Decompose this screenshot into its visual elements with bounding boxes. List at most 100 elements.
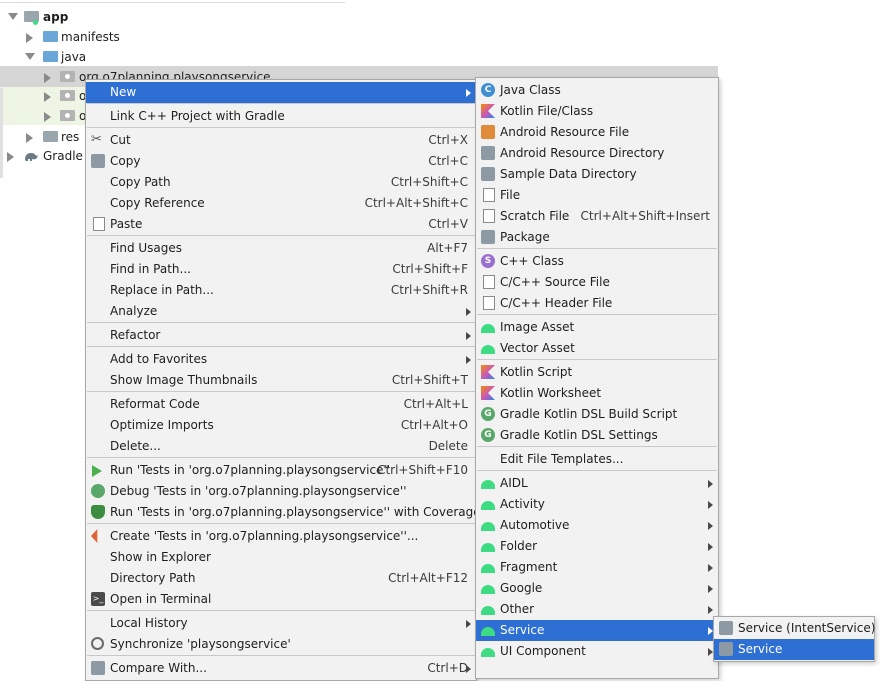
menu-item-run-tests[interactable]: Run 'Tests in 'org.o7planning.playsongse…: [86, 460, 476, 481]
gradle-icon: G: [481, 407, 495, 421]
submenu-item-edit-file-templates[interactable]: Edit File Templates...: [476, 449, 718, 470]
submenu-item-automotive[interactable]: Automotive: [476, 515, 718, 536]
menu-item-compare-with[interactable]: Compare With... Ctrl+D: [86, 658, 476, 679]
menu-item-shortcut: Ctrl+Alt+Shift+Insert: [580, 209, 710, 223]
menu-item-cut[interactable]: ✂ Cut Ctrl+X: [86, 130, 476, 151]
menu-item-label: Image Asset: [500, 320, 575, 334]
submenu-item-package[interactable]: Package: [476, 227, 718, 248]
menu-item-find-usages[interactable]: Find Usages Alt+F7: [86, 238, 476, 259]
menu-item-label: Synchronize 'playsongservice': [110, 637, 291, 651]
menu-item-label: Run 'Tests in 'org.o7planning.playsongse…: [110, 505, 481, 519]
submenu-item-gradle-kotlin-dsl-build-script[interactable]: G Gradle Kotlin DSL Build Script: [476, 404, 718, 425]
submenu-item-sample-data-directory[interactable]: Sample Data Directory: [476, 164, 718, 185]
menu-item-paste[interactable]: Paste Ctrl+V: [86, 214, 476, 235]
android-resource-file-icon: [481, 125, 495, 139]
submenu-item-fragment[interactable]: Fragment: [476, 557, 718, 578]
menu-item-reformat-code[interactable]: Reformat Code Ctrl+Alt+L: [86, 394, 476, 415]
menu-item-add-to-favorites[interactable]: Add to Favorites: [86, 349, 476, 370]
menu-item-label: Gradle Kotlin DSL Build Script: [500, 407, 678, 421]
submenu-item-service-intentservice[interactable]: Service (IntentService): [714, 618, 875, 639]
submenu-arrow-icon: [708, 522, 713, 530]
menu-item-analyze[interactable]: Analyze: [86, 301, 476, 322]
menu-separator: [87, 523, 475, 524]
file-icon: [483, 188, 495, 202]
submenu-item-cpp-class[interactable]: S C++ Class: [476, 251, 718, 272]
menu-item-label: Paste: [110, 217, 143, 231]
chevron-right-icon[interactable]: [44, 92, 51, 102]
menu-item-label: Automotive: [500, 518, 570, 532]
submenu-item-other[interactable]: Other: [476, 599, 718, 620]
menu-item-show-image-thumbnails[interactable]: Show Image Thumbnails Ctrl+Shift+T: [86, 370, 476, 391]
menu-item-label: Refactor: [110, 328, 161, 342]
package-icon: [60, 110, 75, 121]
submenu-item-ui-component[interactable]: UI Component: [476, 641, 718, 662]
menu-item-find-in-path[interactable]: Find in Path... Ctrl+Shift+F: [86, 259, 476, 280]
submenu-item-service[interactable]: Service: [476, 620, 718, 641]
menu-item-create-tests[interactable]: Create 'Tests in 'org.o7planning.playson…: [86, 526, 476, 547]
chevron-right-icon[interactable]: [44, 73, 51, 83]
submenu-item-activity[interactable]: Activity: [476, 494, 718, 515]
submenu-item-service[interactable]: Service: [714, 639, 874, 660]
coverage-icon: [91, 505, 105, 519]
submenu-item-c-cpp-header-file[interactable]: C/C++ Header File: [476, 293, 718, 314]
chevron-down-icon[interactable]: [8, 13, 18, 20]
submenu-arrow-icon: [708, 501, 713, 509]
menu-item-label: Debug 'Tests in 'org.o7planning.playsong…: [110, 484, 407, 498]
menu-item-delete[interactable]: Delete... Delete: [86, 436, 476, 457]
chevron-right-icon[interactable]: [7, 152, 14, 162]
submenu-item-google[interactable]: Google: [476, 578, 718, 599]
menu-item-label: Copy Reference: [110, 196, 205, 210]
submenu-item-c-cpp-source-file[interactable]: C/C++ Source File: [476, 272, 718, 293]
menu-item-open-in-terminal[interactable]: >_ Open in Terminal: [86, 589, 476, 610]
android-icon: [481, 543, 495, 552]
chevron-right-icon[interactable]: [44, 112, 51, 122]
submenu-item-java-class[interactable]: C Java Class: [476, 80, 718, 101]
submenu-item-kotlin-script[interactable]: Kotlin Script: [476, 362, 718, 383]
android-icon: [481, 606, 495, 615]
cpp-class-icon: S: [481, 254, 495, 268]
submenu-item-vector-asset[interactable]: Vector Asset: [476, 338, 718, 359]
menu-item-label: Compare With...: [110, 661, 207, 675]
submenu-item-file[interactable]: File: [476, 185, 718, 206]
menu-item-synchronize[interactable]: Synchronize 'playsongservice': [86, 634, 476, 655]
menu-item-replace-in-path[interactable]: Replace in Path... Ctrl+Shift+R: [86, 280, 476, 301]
menu-item-directory-path[interactable]: Directory Path Ctrl+Alt+F12: [86, 568, 476, 589]
menu-item-new[interactable]: New: [86, 82, 476, 103]
menu-item-copy-reference[interactable]: Copy Reference Ctrl+Alt+Shift+C: [86, 193, 476, 214]
submenu-item-kotlin-file-class[interactable]: Kotlin File/Class: [476, 101, 718, 122]
menu-item-debug-tests[interactable]: Debug 'Tests in 'org.o7planning.playsong…: [86, 481, 476, 502]
submenu-item-android-resource-directory[interactable]: Android Resource Directory: [476, 143, 718, 164]
submenu-item-aidl[interactable]: AIDL: [476, 473, 718, 494]
menu-item-label: Find Usages: [110, 241, 183, 255]
menu-item-copy-path[interactable]: Copy Path Ctrl+Shift+C: [86, 172, 476, 193]
submenu-item-scratch-file[interactable]: Scratch File Ctrl+Alt+Shift+Insert: [476, 206, 718, 227]
android-icon: [481, 480, 495, 489]
menu-item-show-in-explorer[interactable]: Show in Explorer: [86, 547, 476, 568]
submenu-arrow-icon: [708, 606, 713, 614]
menu-item-optimize-imports[interactable]: Optimize Imports Ctrl+Alt+O: [86, 415, 476, 436]
submenu-item-android-resource-file[interactable]: Android Resource File: [476, 122, 718, 143]
menu-item-label: Folder: [500, 539, 538, 553]
menu-item-shortcut: Ctrl+Alt+L: [403, 397, 468, 411]
submenu-item-kotlin-worksheet[interactable]: Kotlin Worksheet: [476, 383, 718, 404]
submenu-item-gradle-kotlin-dsl-settings[interactable]: G Gradle Kotlin DSL Settings: [476, 425, 718, 446]
chevron-right-icon[interactable]: [26, 33, 33, 43]
menu-item-run-tests-coverage[interactable]: Run 'Tests in 'org.o7planning.playsongse…: [86, 502, 481, 523]
menu-item-local-history[interactable]: Local History: [86, 613, 476, 634]
context-menu: New Link C++ Project with Gradle ✂ Cut Ctrl+…: [85, 79, 481, 681]
submenu-item-folder[interactable]: Folder: [476, 536, 718, 557]
menu-item-link-cpp-project[interactable]: Link C++ Project with Gradle: [86, 106, 476, 127]
submenu-item-image-asset[interactable]: Image Asset: [476, 317, 718, 338]
menu-separator: [87, 322, 475, 323]
folder-icon: [43, 31, 58, 42]
menu-item-shortcut: Ctrl+Alt+O: [400, 418, 468, 432]
menu-separator: [477, 248, 717, 249]
submenu-arrow-icon: [466, 89, 471, 97]
menu-separator: [477, 314, 717, 315]
chevron-right-icon[interactable]: [26, 133, 33, 143]
menu-item-copy[interactable]: Copy Ctrl+C: [86, 151, 476, 172]
submenu-arrow-icon: [708, 564, 713, 572]
menu-item-refactor[interactable]: Refactor: [86, 325, 476, 346]
menu-item-label: Copy: [110, 154, 141, 168]
chevron-down-icon[interactable]: [25, 53, 35, 60]
